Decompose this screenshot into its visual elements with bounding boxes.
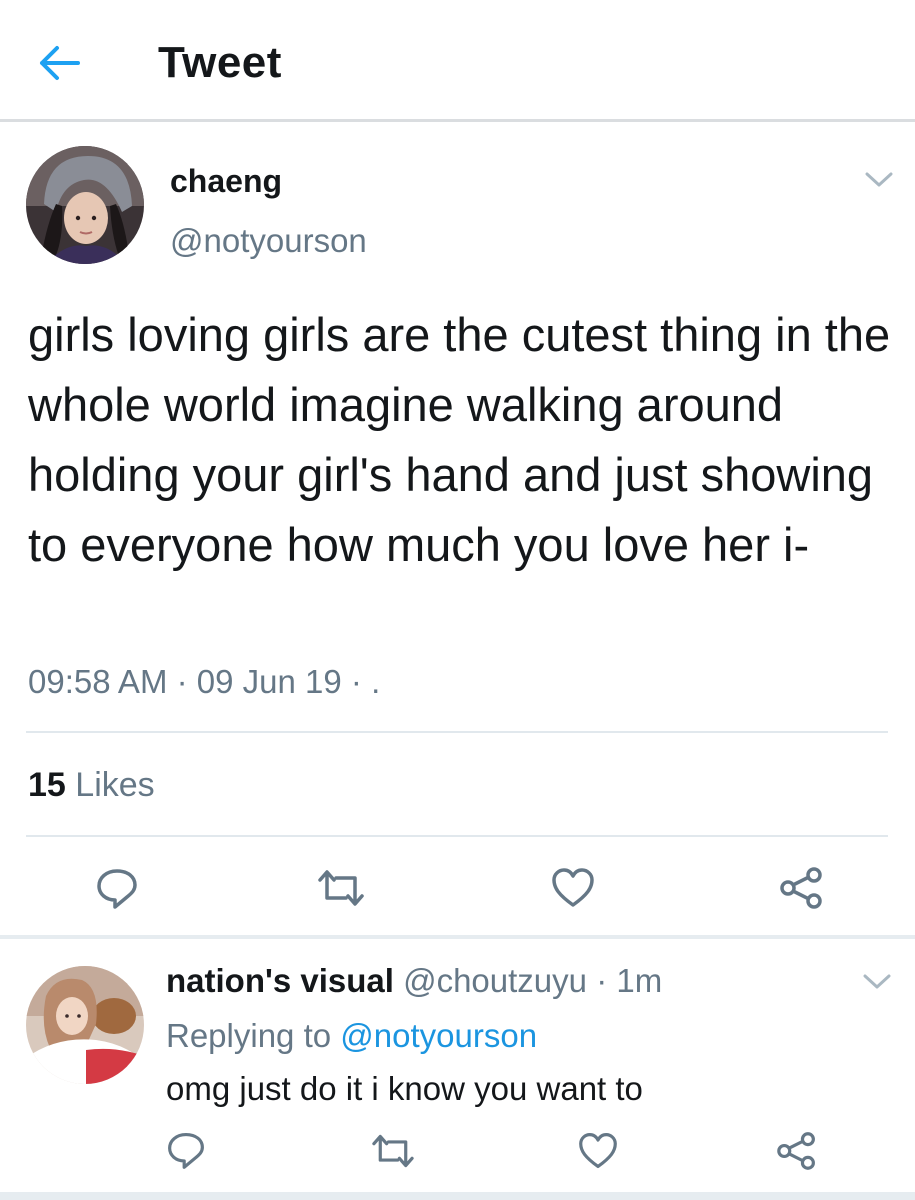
like-icon[interactable] [578,1131,618,1176]
tweet-text: girls loving girls are the cutest thing … [28,308,891,571]
likes-label: Likes [75,766,155,804]
author-name[interactable]: chaeng [170,163,282,200]
likes-number: 15 [28,766,66,804]
reply-age: 1m [616,962,663,999]
replying-mention[interactable]: @notyourson [340,1017,537,1054]
reply-avatar[interactable] [26,966,144,1084]
likes-count[interactable]: 15 Likes [28,766,155,805]
reply-text: omg just do it i know you want to [166,1070,643,1107]
tweet-meta: 09:58 AM · 09 Jun 19 · . [28,663,380,701]
divider [26,835,888,837]
chevron-down-icon[interactable] [862,972,892,992]
share-icon[interactable] [776,1131,818,1176]
share-icon[interactable] [779,866,825,915]
retweet-icon[interactable] [370,1131,416,1176]
meta-separator: · [176,663,188,700]
divider [26,731,888,733]
top-bar: Tweet [0,0,915,122]
like-icon[interactable] [551,866,595,915]
reply-author-name[interactable]: nation's visual [166,962,394,999]
section-separator [0,935,915,939]
back-arrow-icon[interactable] [38,43,82,83]
author-handle[interactable]: @notyourson [170,222,367,260]
reply-header: nation's visual @choutzuyu · 1m [166,962,662,1000]
reply-author-handle[interactable]: @choutzuyu [403,962,587,999]
chevron-down-icon[interactable] [864,170,894,190]
retweet-icon[interactable] [316,866,366,915]
reply-separator: · [596,962,608,999]
author-avatar[interactable] [26,146,144,264]
meta-tail: · . [350,663,381,700]
replying-to: Replying to @notyourson [166,1017,537,1055]
bottom-separator [0,1192,915,1200]
tweet-date: 09 Jun 19 [196,663,342,700]
reply-icon[interactable] [166,1130,206,1175]
tweet-time: 09:58 AM [28,663,168,700]
replying-label: Replying to [166,1017,332,1054]
page-title: Tweet [158,38,282,87]
reply-icon[interactable] [95,866,139,915]
